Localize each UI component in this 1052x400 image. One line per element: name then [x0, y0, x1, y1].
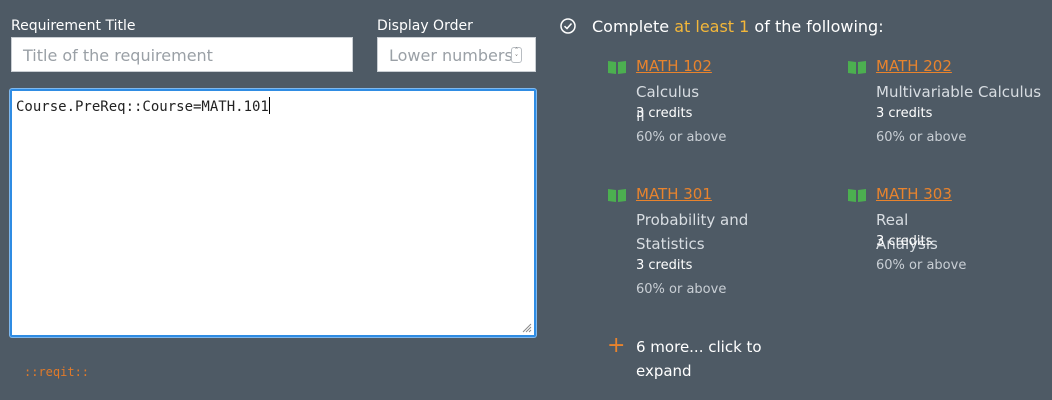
- display-order-input[interactable]: Lower numbers ˄ ˅: [377, 37, 536, 72]
- course-name: Probability and Statistics: [636, 211, 749, 253]
- resize-handle-icon[interactable]: [520, 321, 532, 333]
- course-credits: 3 credits: [636, 106, 693, 121]
- course-code-link[interactable]: MATH 301: [636, 185, 712, 203]
- display-order-label: Display Order: [377, 18, 473, 34]
- book-icon: [848, 189, 866, 202]
- display-order-placeholder: Lower numbers: [389, 46, 513, 65]
- text-caret: [268, 97, 270, 114]
- heading-prefix: Complete: [592, 17, 675, 36]
- requirement-expression-editor[interactable]: Course.PreReq::Course=MATH.101: [10, 89, 536, 337]
- expand-more-label[interactable]: 6 more... click to expand: [636, 335, 796, 383]
- course-credits: 3 credits: [876, 234, 933, 249]
- book-icon: [848, 61, 866, 74]
- book-icon: [608, 61, 626, 74]
- course-grade: 60% or above: [876, 130, 967, 145]
- course-code-link[interactable]: MATH 102: [636, 57, 712, 75]
- reqit-tag: ::reqit::: [24, 365, 90, 379]
- plus-icon: +: [607, 333, 626, 358]
- course-code-link[interactable]: MATH 202: [876, 57, 952, 75]
- course-grade: 60% or above: [636, 130, 727, 145]
- course-credits: 3 credits: [876, 106, 933, 121]
- course-credits: 3 credits: [636, 258, 693, 273]
- requirement-title-input[interactable]: Title of the requirement: [11, 37, 353, 72]
- requirement-heading: Complete at least 1 of the following:: [592, 17, 884, 36]
- course-grade: 60% or above: [636, 282, 727, 297]
- check-circle-icon: [560, 18, 576, 34]
- book-icon: [608, 189, 626, 202]
- heading-suffix: of the following:: [749, 17, 884, 36]
- number-stepper-icon[interactable]: ˄ ˅: [511, 47, 522, 63]
- heading-highlight: at least 1: [674, 17, 750, 36]
- course-name: Multivariable Calculus: [876, 83, 1042, 101]
- requirement-title-label: Requirement Title: [11, 18, 136, 34]
- expression-text: Course.PreReq::Course=MATH.101: [16, 99, 269, 115]
- course-grade: 60% or above: [876, 258, 967, 273]
- course-code-link[interactable]: MATH 303: [876, 185, 952, 203]
